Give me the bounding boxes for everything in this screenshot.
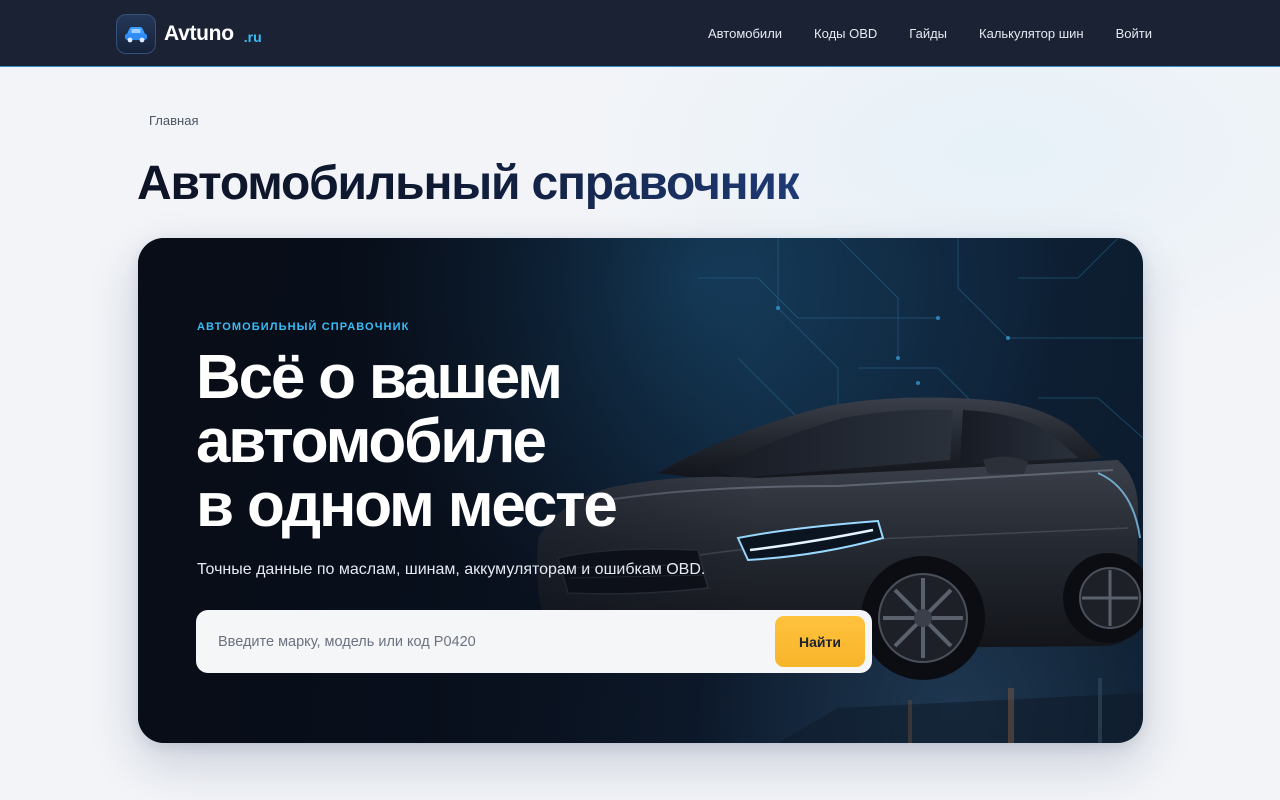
hero-heading-line: Всё о вашем xyxy=(196,343,563,412)
nav-link-login[interactable]: Войти xyxy=(1116,26,1152,41)
nav-link-cars[interactable]: Автомобили xyxy=(708,26,782,41)
hero-heading: Всё о вашем автомобиле в одном месте xyxy=(196,346,716,538)
breadcrumb: Главная xyxy=(149,113,198,128)
breadcrumb-home[interactable]: Главная xyxy=(149,113,198,128)
hero-banner: АВТОМОБИЛЬНЫЙ СПРАВОЧНИК Всё о вашем авт… xyxy=(138,238,1143,743)
page-title: Автомобильный справочник xyxy=(137,157,800,210)
hero-eyebrow: АВТОМОБИЛЬНЫЙ СПРАВОЧНИК xyxy=(197,321,410,333)
nav-link-guides[interactable]: Гайды xyxy=(909,26,947,41)
search-form: Найти xyxy=(196,610,872,673)
brand-logo[interactable]: Avtuno .ru xyxy=(116,14,262,54)
hero-heading-line: автомобиле xyxy=(196,407,547,476)
hero-subtitle: Точные данные по маслам, шинам, аккумуля… xyxy=(197,561,706,578)
hero-heading-line: в одном месте xyxy=(196,471,618,540)
brand-domain: .ru xyxy=(243,29,262,45)
nav-link-obd-codes[interactable]: Коды OBD xyxy=(814,26,877,41)
main-nav: Автомобили Коды OBD Гайды Калькулятор ши… xyxy=(708,0,1152,67)
car-icon xyxy=(116,14,156,54)
search-button[interactable]: Найти xyxy=(775,616,865,667)
nav-link-tire-calculator[interactable]: Калькулятор шин xyxy=(979,26,1084,41)
top-navigation-bar: Avtuno .ru Автомобили Коды OBD Гайды Кал… xyxy=(0,0,1280,67)
brand-name: Avtuno xyxy=(164,22,234,45)
search-input[interactable] xyxy=(196,610,756,673)
